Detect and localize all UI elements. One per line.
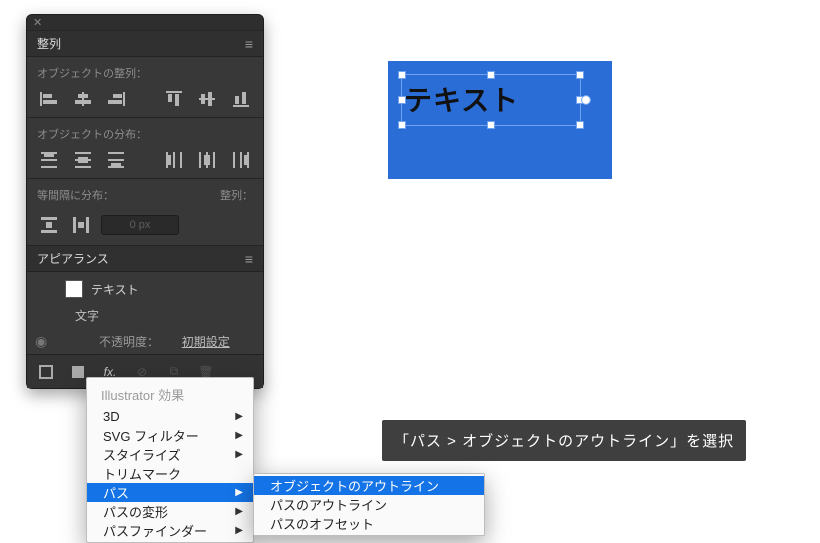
canvas-rectangle[interactable]: テキスト [388,61,612,179]
selection-handle[interactable] [577,122,583,128]
dist-right-icon[interactable] [229,150,253,170]
fill-swatch[interactable] [65,280,83,298]
align-bottom-icon[interactable] [229,89,253,109]
fx-menu-item-3d[interactable]: 3D▶ [87,407,253,426]
text-outport-icon[interactable] [582,96,590,104]
align-right-icon[interactable] [104,89,128,109]
appearance-row-opacity[interactable]: ◉ 不透明度： 初期設定 [27,328,263,354]
fx-menu-item-pathfinder[interactable]: パスファインダー▶ [87,521,253,540]
fx-submenu-item-outline-stroke[interactable]: パスのアウトライン [254,495,484,514]
dist-bottom-icon[interactable] [104,150,128,170]
fx-menu: Illustrator 効果 3D▶ SVG フィルター▶ スタイライズ▶ トリ… [86,377,254,543]
fx-menu-item-stylize[interactable]: スタイライズ▶ [87,445,253,464]
appearance-row-chars[interactable]: 文字 [27,302,263,328]
spacing-label: 等間隔に分布： [37,187,114,203]
fx-submenu-item-offset-path[interactable]: パスのオフセット [254,514,484,533]
fx-menu-header: Illustrator 効果 [87,382,253,407]
distribute-objects-label: オブジェクトの分布： [27,118,263,148]
opacity-value[interactable]: 初期設定 [182,333,230,350]
panel-stack: ✕ 整列 ≡ オブジェクトの整列： オブジェクトの分布： 等間隔に分布： 整列：… [26,14,264,389]
selection-handle[interactable] [488,72,494,78]
selection-handle[interactable] [488,122,494,128]
fx-menu-item-svg-filter[interactable]: SVG フィルター▶ [87,426,253,445]
align-vcenter-icon[interactable] [196,89,220,109]
appearance-text-label: テキスト [91,281,139,298]
dist-vcenter-icon[interactable] [71,150,95,170]
dist-top-icon[interactable] [37,150,61,170]
dist-spacing-v-icon[interactable] [37,215,61,235]
selection-handle[interactable] [399,72,405,78]
opacity-label: 不透明度： [99,333,159,350]
panel-menu-icon[interactable]: ≡ [245,36,253,52]
close-icon[interactable]: ✕ [33,16,42,29]
dist-hcenter-icon[interactable] [196,150,220,170]
dist-left-icon[interactable] [162,150,186,170]
spacing-value-field[interactable]: 0 px [101,215,179,235]
align-left-icon[interactable] [37,89,61,109]
selection-handle[interactable] [399,122,405,128]
appearance-chars-label: 文字 [75,307,99,324]
fx-menu-item-path[interactable]: パス▶ [87,483,253,502]
selection-handle[interactable] [577,72,583,78]
fx-submenu-path: オブジェクトのアウトライン パスのアウトライン パスのオフセット [253,473,485,536]
visibility-icon[interactable]: ◉ [35,333,57,350]
align-hcenter-icon[interactable] [71,89,95,109]
text-frame[interactable]: テキスト [402,75,580,125]
align-objects-label: オブジェクトの整列： [27,57,263,87]
instruction-caption: 「パス > オブジェクトのアウトライン」を選択 [382,420,746,461]
panel-titlebar[interactable]: ✕ [27,15,263,31]
appearance-row-text[interactable]: テキスト [27,276,263,302]
align-top-icon[interactable] [162,89,186,109]
panel-menu-icon[interactable]: ≡ [245,251,253,267]
text-content: テキスト [402,75,580,119]
fx-submenu-item-outline-object[interactable]: オブジェクトのアウトライン [254,476,484,495]
new-stroke-icon[interactable] [37,363,55,381]
dist-spacing-h-icon[interactable] [69,215,93,235]
selection-handle[interactable] [399,97,405,103]
new-fill-icon[interactable] [69,363,87,381]
fx-menu-item-trimmarks[interactable]: トリムマーク [87,464,253,483]
align-to-label: 整列： [220,187,253,203]
fx-menu-item-distort[interactable]: パスの変形▶ [87,502,253,521]
appearance-tab[interactable]: アピアランス [37,250,109,267]
align-tab[interactable]: 整列 [37,35,61,52]
